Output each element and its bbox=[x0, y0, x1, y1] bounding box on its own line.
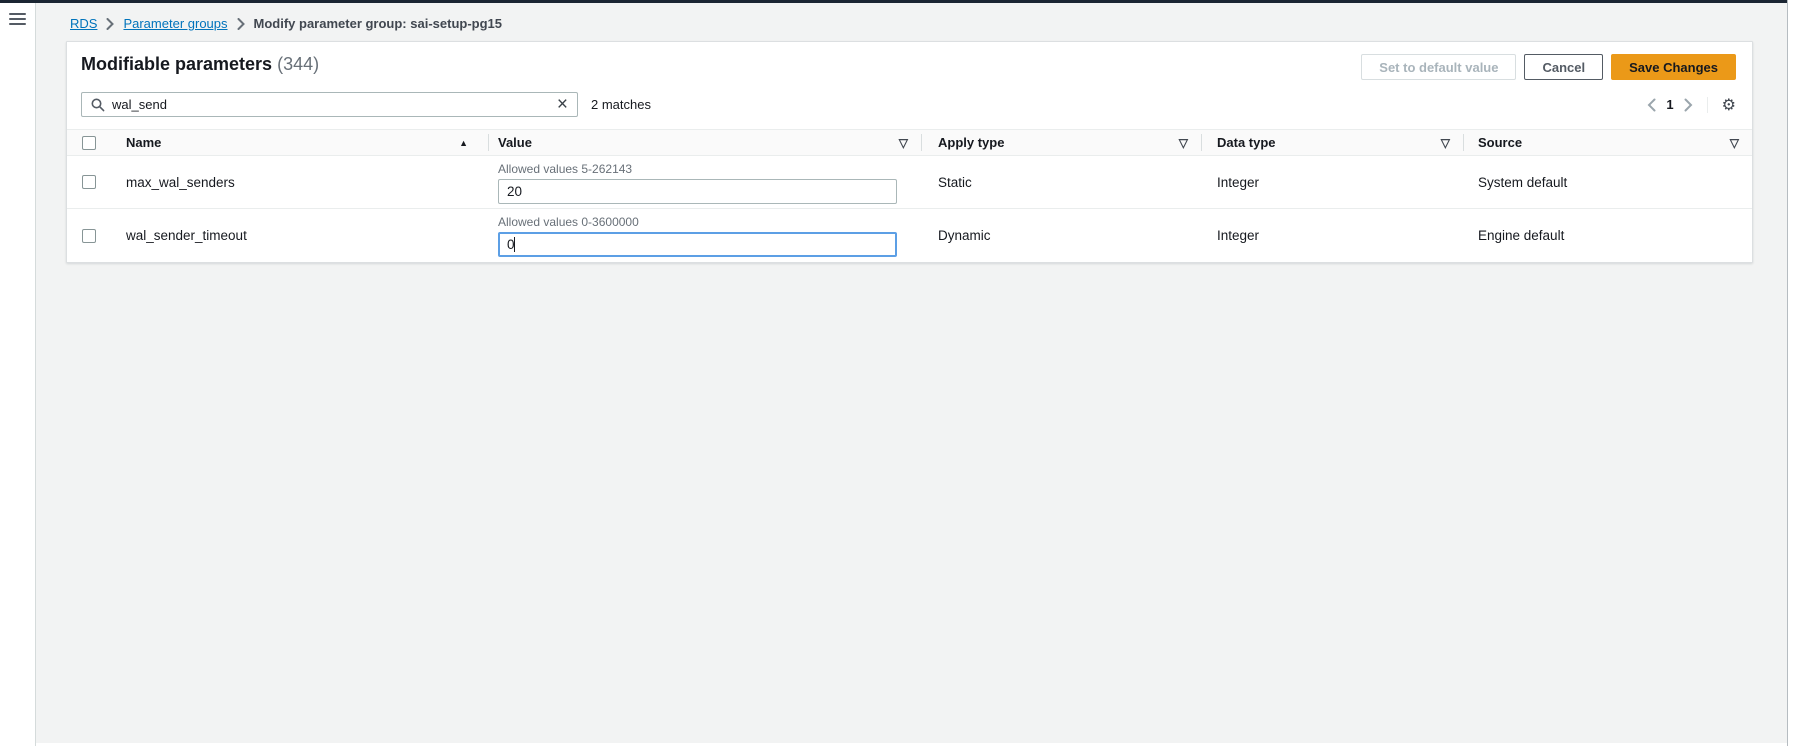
column-header-name[interactable]: Name ▲ bbox=[111, 130, 488, 155]
close-icon[interactable]: × bbox=[556, 95, 569, 114]
parameters-table: Name ▲ Value ▽ Apply type ▽ Data type ▽ … bbox=[67, 129, 1752, 262]
allowed-values-hint: Allowed values 5-262143 bbox=[498, 162, 921, 176]
table-row-wal-sender-timeout: wal_sender_timeout Allowed values 0-3600… bbox=[67, 209, 1752, 262]
menu-icon[interactable] bbox=[9, 13, 26, 25]
sort-ascending-icon[interactable]: ▲ bbox=[459, 138, 468, 148]
breadcrumb-link-parameter-groups[interactable]: Parameter groups bbox=[123, 16, 227, 31]
column-header-data-type[interactable]: Data type ▽ bbox=[1201, 130, 1463, 155]
table-row-max-wal-senders: max_wal_senders Allowed values 5-262143 … bbox=[67, 156, 1752, 209]
source-value: Engine default bbox=[1463, 209, 1752, 262]
main-content: RDS Parameter groups Modify parameter gr… bbox=[36, 3, 1787, 746]
pagination: 1 bbox=[1647, 97, 1706, 112]
cancel-button[interactable]: Cancel bbox=[1524, 54, 1603, 80]
breadcrumb-link-rds[interactable]: RDS bbox=[70, 16, 97, 31]
match-count: 2 matches bbox=[591, 97, 651, 112]
gear-icon[interactable]: ⚙ bbox=[1707, 97, 1736, 113]
parameter-value-cell: Allowed values 5-262143 bbox=[488, 156, 921, 208]
column-header-value-label: Value bbox=[498, 135, 532, 150]
apply-type-value: Static bbox=[921, 156, 1201, 208]
parameter-name: wal_sender_timeout bbox=[111, 209, 488, 262]
column-header-apply-type-label: Apply type bbox=[938, 135, 1004, 150]
filter-icon[interactable]: ▽ bbox=[1730, 136, 1739, 150]
value-input-max-wal-senders[interactable] bbox=[498, 179, 897, 204]
parameter-name: max_wal_senders bbox=[111, 156, 488, 208]
breadcrumb-current-page: Modify parameter group: sai-setup-pg15 bbox=[254, 16, 502, 31]
previous-page-icon[interactable] bbox=[1647, 98, 1656, 112]
column-header-name-label: Name bbox=[126, 135, 161, 150]
next-page-icon[interactable] bbox=[1684, 98, 1693, 112]
breadcrumb: RDS Parameter groups Modify parameter gr… bbox=[36, 3, 1787, 31]
panel-header: Modifiable parameters (344) Set to defau… bbox=[67, 42, 1752, 80]
select-all-checkbox[interactable] bbox=[82, 136, 96, 150]
data-type-value: Integer bbox=[1201, 209, 1463, 262]
search-icon bbox=[91, 98, 105, 112]
parameter-search-box[interactable]: × bbox=[81, 92, 578, 117]
chevron-right-icon bbox=[106, 18, 114, 30]
set-to-default-button[interactable]: Set to default value bbox=[1361, 54, 1516, 80]
chevron-right-icon bbox=[237, 18, 245, 30]
page-title-text: Modifiable parameters bbox=[81, 54, 272, 74]
data-type-value: Integer bbox=[1201, 156, 1463, 208]
toolbar-right: 1 ⚙ bbox=[1647, 97, 1736, 113]
column-header-apply-type[interactable]: Apply type ▽ bbox=[921, 130, 1201, 155]
value-input-wrap bbox=[498, 179, 897, 204]
filter-icon[interactable]: ▽ bbox=[1441, 136, 1450, 150]
source-value: System default bbox=[1463, 156, 1752, 208]
table-header-row: Name ▲ Value ▽ Apply type ▽ Data type ▽ … bbox=[67, 129, 1752, 156]
search-input[interactable] bbox=[112, 97, 556, 112]
vertical-scrollbar[interactable] bbox=[1787, 0, 1800, 746]
filter-icon[interactable]: ▽ bbox=[1179, 136, 1188, 150]
column-header-data-type-label: Data type bbox=[1217, 135, 1276, 150]
save-changes-button[interactable]: Save Changes bbox=[1611, 54, 1736, 80]
filter-icon[interactable]: ▽ bbox=[899, 136, 908, 150]
header-actions: Set to default value Cancel Save Changes bbox=[1361, 54, 1736, 80]
row-select-cell bbox=[67, 209, 111, 262]
parameter-value-cell: Allowed values 0-3600000 bbox=[488, 209, 921, 262]
current-page-number[interactable]: 1 bbox=[1666, 97, 1673, 112]
table-toolbar: × 2 matches 1 ⚙ bbox=[81, 92, 1736, 117]
menu-icon-bar bbox=[9, 23, 26, 25]
row-checkbox[interactable] bbox=[82, 229, 96, 243]
allowed-values-hint: Allowed values 0-3600000 bbox=[498, 215, 921, 229]
page-title-count: (344) bbox=[277, 54, 319, 74]
modifiable-parameters-panel: Modifiable parameters (344) Set to defau… bbox=[66, 41, 1753, 263]
column-header-source-label: Source bbox=[1478, 135, 1522, 150]
collapsed-side-navigation bbox=[0, 3, 36, 746]
menu-icon-bar bbox=[9, 18, 26, 20]
row-select-cell bbox=[67, 156, 111, 208]
menu-icon-bar bbox=[9, 13, 26, 15]
column-header-source[interactable]: Source ▽ bbox=[1463, 130, 1752, 155]
top-window-bar bbox=[0, 0, 1787, 3]
select-all-cell bbox=[67, 130, 111, 155]
column-header-value[interactable]: Value ▽ bbox=[488, 130, 921, 155]
value-input-wal-sender-timeout[interactable] bbox=[498, 232, 897, 257]
page-title: Modifiable parameters (344) bbox=[81, 54, 319, 75]
row-checkbox[interactable] bbox=[82, 175, 96, 189]
value-input-wrap bbox=[498, 232, 897, 257]
apply-type-value: Dynamic bbox=[921, 209, 1201, 262]
